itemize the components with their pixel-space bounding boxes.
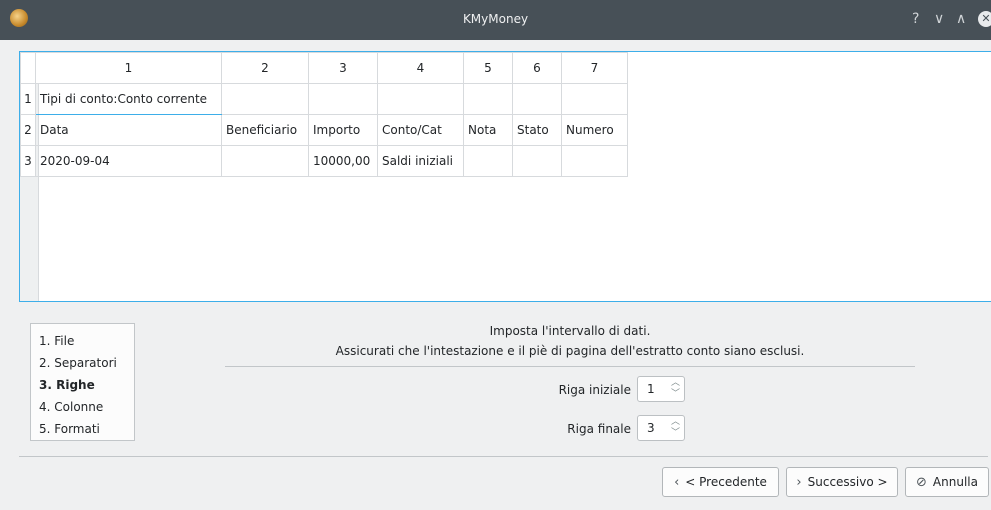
start-row-label: Riga iniziale bbox=[558, 383, 631, 397]
table-cell[interactable]: Tipi di conto:Conto corrente bbox=[35, 83, 222, 115]
step-formats: 5. Formati bbox=[39, 422, 100, 436]
table-cell[interactable]: 2020-09-04 bbox=[35, 145, 222, 177]
preview-grid: 1 2 3 4 5 6 7 1 Tipi di conto:Conto corr… bbox=[20, 52, 628, 177]
table-cell[interactable]: Nota bbox=[463, 114, 513, 146]
table-cell[interactable] bbox=[221, 145, 309, 177]
table-cell[interactable]: 10000,00 bbox=[308, 145, 378, 177]
table-cell[interactable] bbox=[512, 145, 562, 177]
title-bar: KMyMoney ? ∨ ∧ ✕ bbox=[0, 0, 991, 40]
table-cell[interactable] bbox=[308, 83, 378, 115]
cancel-button-label: Annulla bbox=[932, 475, 978, 489]
table-row: 3 2020-09-04 10000,00 Saldi iniziali bbox=[20, 145, 628, 177]
spin-arrows-icon[interactable]: ︿ ﹀ bbox=[671, 378, 680, 400]
table-cell[interactable] bbox=[463, 145, 513, 177]
column-header[interactable]: 4 bbox=[377, 52, 464, 84]
cancel-icon: ⊘ bbox=[916, 474, 927, 490]
step-rows: 3. Righe bbox=[39, 378, 95, 392]
instruction-text: Assicurati che l'intestazione e il piè d… bbox=[335, 344, 805, 358]
step-columns: 4. Colonne bbox=[39, 400, 104, 414]
import-wizard-window: KMyMoney ? ∨ ∧ ✕ 1 2 3 4 5 6 7 1 Tipi di… bbox=[0, 0, 991, 510]
table-cell[interactable]: Stato bbox=[512, 114, 562, 146]
column-header[interactable]: 2 bbox=[221, 52, 309, 84]
help-button[interactable]: ? bbox=[912, 10, 919, 28]
maximize-button[interactable]: ∧ bbox=[956, 10, 966, 28]
close-button[interactable]: ✕ bbox=[978, 11, 991, 27]
next-button-label: Successivo > bbox=[807, 475, 888, 489]
previous-button-label: < Precedente bbox=[685, 475, 767, 489]
previous-button[interactable]: ‹ < Precedente bbox=[662, 467, 779, 497]
step-file: 1. File bbox=[39, 334, 75, 348]
table-cell[interactable] bbox=[377, 83, 464, 115]
table-cell[interactable] bbox=[221, 83, 309, 115]
chevron-left-icon: ‹ bbox=[674, 474, 680, 490]
table-cell[interactable]: Numero bbox=[561, 114, 628, 146]
column-header[interactable]: 1 bbox=[35, 52, 222, 84]
end-row-value: 3 bbox=[647, 421, 655, 435]
csv-preview-table[interactable]: 1 2 3 4 5 6 7 1 Tipi di conto:Conto corr… bbox=[19, 51, 991, 302]
row-header[interactable]: 3 bbox=[20, 145, 36, 177]
cancel-button[interactable]: ⊘ Annulla bbox=[905, 467, 989, 497]
button-divider bbox=[19, 456, 988, 457]
start-row-spinbox[interactable]: 1 ︿ ﹀ bbox=[637, 376, 685, 402]
table-cell[interactable]: Importo bbox=[308, 114, 378, 146]
column-header-row: 1 2 3 4 5 6 7 bbox=[20, 52, 628, 84]
table-cell[interactable]: Conto/Cat bbox=[377, 114, 464, 146]
table-row: 1 Tipi di conto:Conto corrente bbox=[20, 83, 628, 115]
instruction-title: Imposta l'intervallo di dati. bbox=[489, 324, 651, 338]
table-cell[interactable] bbox=[463, 83, 513, 115]
start-row-value: 1 bbox=[647, 382, 655, 396]
chevron-right-icon: › bbox=[796, 474, 802, 490]
table-cell[interactable] bbox=[561, 145, 628, 177]
next-button[interactable]: › Successivo > bbox=[786, 467, 898, 497]
row-header[interactable]: 2 bbox=[20, 114, 36, 146]
end-row-spinbox[interactable]: 3 ︿ ﹀ bbox=[637, 415, 685, 441]
table-cell[interactable] bbox=[561, 83, 628, 115]
wizard-steps-list: 1. File 2. Separatori 3. Righe 4. Colonn… bbox=[30, 323, 135, 441]
column-header[interactable]: 6 bbox=[512, 52, 562, 84]
column-header[interactable]: 7 bbox=[561, 52, 628, 84]
divider bbox=[225, 366, 915, 367]
table-row: 2 Data Beneficiario Importo Conto/Cat No… bbox=[20, 114, 628, 146]
column-header[interactable]: 3 bbox=[308, 52, 378, 84]
spin-arrows-icon[interactable]: ︿ ﹀ bbox=[671, 417, 680, 439]
table-cell[interactable]: Data bbox=[35, 114, 222, 146]
end-row-label: Riga finale bbox=[567, 422, 631, 436]
table-cell[interactable]: Beneficiario bbox=[221, 114, 309, 146]
window-title: KMyMoney bbox=[462, 12, 529, 26]
table-cell[interactable]: Saldi iniziali bbox=[377, 145, 464, 177]
column-header[interactable]: 5 bbox=[463, 52, 513, 84]
step-separators: 2. Separatori bbox=[39, 356, 117, 370]
corner-cell bbox=[20, 52, 36, 84]
table-cell[interactable] bbox=[512, 83, 562, 115]
minimize-button[interactable]: ∨ bbox=[934, 10, 944, 28]
row-header[interactable]: 1 bbox=[20, 83, 36, 115]
